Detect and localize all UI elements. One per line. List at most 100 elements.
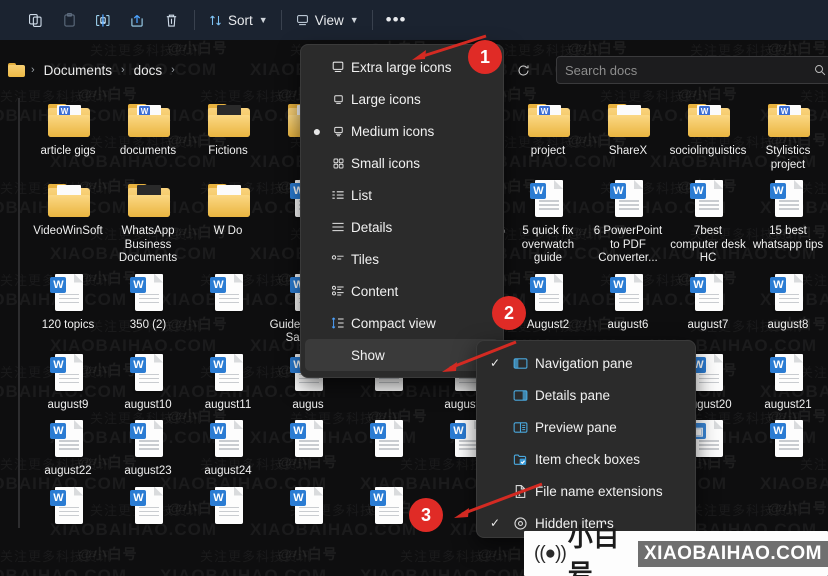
refresh-button[interactable] (510, 58, 536, 82)
file-item[interactable]: W (188, 479, 268, 532)
file-item-label: augus (292, 398, 324, 411)
word-document-icon: W (605, 272, 651, 316)
file-item[interactable]: W 15 best whatsapp tips (748, 172, 828, 266)
details-icon (325, 219, 351, 235)
file-item-label: ShareX (608, 145, 648, 157)
view-menu-item-label: Large icons (351, 91, 421, 107)
file-item-label: august11 (204, 398, 252, 411)
word-document-icon: W (765, 352, 811, 396)
word-document-icon: W (45, 352, 91, 396)
file-item[interactable]: W august9 (28, 346, 108, 413)
file-item[interactable]: W august22 (28, 412, 108, 479)
show-submenu-item-details-pane[interactable]: Details pane (481, 379, 691, 411)
navigation-pane-edge (18, 98, 20, 528)
file-item-label: 350 (2) (129, 318, 167, 331)
word-document-icon: W (285, 485, 331, 529)
word-document-icon: W (765, 418, 811, 462)
file-item[interactable]: W (108, 479, 188, 532)
file-item[interactable]: W august6 (588, 266, 668, 346)
file-item[interactable]: VideoWinSoft (28, 172, 108, 266)
file-item-label: august24 (204, 465, 252, 477)
word-document-icon: W (685, 272, 731, 316)
share-icon[interactable] (120, 5, 154, 35)
show-submenu-item-item-check-boxes[interactable]: Item check boxes (481, 443, 691, 475)
file-item[interactable]: W (348, 412, 428, 479)
folder-icon (205, 178, 251, 222)
word-document-icon: W (765, 178, 811, 222)
word-document-icon: W (125, 272, 171, 316)
word-document-icon: W (525, 178, 571, 222)
file-item[interactable]: W august24 (188, 412, 268, 479)
file-item[interactable]: W (268, 412, 348, 479)
file-item[interactable]: W 120 topics (28, 266, 108, 346)
word-document-icon: W (365, 418, 411, 462)
file-item-label: august6 (607, 318, 649, 331)
view-menu-item-details[interactable]: Details (305, 211, 499, 243)
file-item[interactable]: W 7best computer desk HC (668, 172, 748, 266)
file-item[interactable]: ShareX (588, 92, 668, 172)
word-document-icon: W (525, 272, 571, 316)
word-document-icon: W (45, 418, 91, 462)
toolbar-divider (194, 10, 195, 30)
file-item[interactable]: W (28, 479, 108, 532)
show-submenu-item-label: Details pane (535, 387, 611, 403)
breadcrumb-item-0[interactable]: Documents (38, 60, 118, 81)
view-menu-item-tiles[interactable]: Tiles (305, 243, 499, 275)
paste-icon[interactable] (52, 5, 86, 35)
medium-icons-icon (325, 124, 351, 139)
view-menu-item-label: Compact view (351, 315, 436, 331)
file-item[interactable]: Fictions (188, 92, 268, 172)
breadcrumb-item-1[interactable]: docs (128, 60, 169, 81)
view-button[interactable]: View ▼ (288, 5, 366, 35)
view-menu-item-label: Tiles (351, 251, 380, 267)
file-item[interactable]: W 350 (2) (108, 266, 188, 346)
file-item[interactable]: W project (508, 92, 588, 172)
file-item[interactable]: W documents (108, 92, 188, 172)
file-item-label: 7best computer desk HC (670, 225, 746, 264)
show-submenu-item-preview-pane[interactable]: Preview pane (481, 411, 691, 443)
word-document-icon: W (205, 352, 251, 396)
show-submenu-item-label: File name extensions (535, 483, 663, 499)
view-menu-item-medium-icons[interactable]: ● Medium icons (305, 115, 499, 147)
file-item-label: W Do (213, 225, 243, 237)
folder-icon (45, 178, 91, 222)
word-document-icon: W (365, 485, 411, 529)
search-input[interactable] (565, 62, 813, 78)
file-item[interactable]: W august8 (748, 266, 828, 346)
item-check-boxes-icon (505, 451, 535, 468)
file-item-label: project (530, 145, 566, 157)
file-item[interactable]: W august21 (748, 346, 828, 413)
view-menu: Extra large icons Large icons ● Medium icon… (300, 44, 504, 378)
file-item[interactable]: W august10 (108, 346, 188, 413)
show-submenu-item-label: Navigation pane (535, 355, 633, 371)
file-item[interactable]: W (268, 479, 348, 532)
breadcrumb-separator-0: › (31, 64, 35, 76)
annotation-badge-1: 1 (468, 40, 502, 74)
file-item[interactable]: W Do (188, 172, 268, 266)
file-item[interactable]: W 6 PowerPoint to PDF Converter... (588, 172, 668, 266)
file-item[interactable]: W august23 (108, 412, 188, 479)
toolbar-divider-2 (280, 10, 282, 30)
file-item[interactable]: W Stylistics project (748, 92, 828, 172)
file-item-label: august23 (124, 465, 172, 477)
delete-icon[interactable] (154, 5, 188, 35)
sort-button[interactable]: Sort ▼ (201, 5, 275, 35)
view-menu-item-content[interactable]: Content (305, 275, 499, 307)
file-item[interactable]: W article gigs (28, 92, 108, 172)
file-item[interactable]: W (748, 412, 828, 479)
file-item[interactable]: W sociolinguistics (668, 92, 748, 172)
file-item[interactable]: W (188, 266, 268, 346)
search-box[interactable] (556, 56, 828, 84)
file-item[interactable]: W august11 (188, 346, 268, 413)
view-menu-item-small-icons[interactable]: Small icons (305, 147, 499, 179)
view-menu-item-list[interactable]: List (305, 179, 499, 211)
rename-icon[interactable] (86, 5, 120, 35)
file-item[interactable]: WhatsApp Business Documents (108, 172, 188, 266)
annotation-badge-3: 3 (409, 498, 443, 532)
copy-icon[interactable] (18, 5, 52, 35)
file-item-label: august10 (124, 398, 172, 411)
breadcrumb[interactable]: › Documents › docs › (0, 60, 176, 81)
view-menu-item-large-icons[interactable]: Large icons (305, 83, 499, 115)
file-item[interactable]: W 5 quick fix overwatch guide (508, 172, 588, 266)
file-item[interactable]: W august7 (668, 266, 748, 346)
